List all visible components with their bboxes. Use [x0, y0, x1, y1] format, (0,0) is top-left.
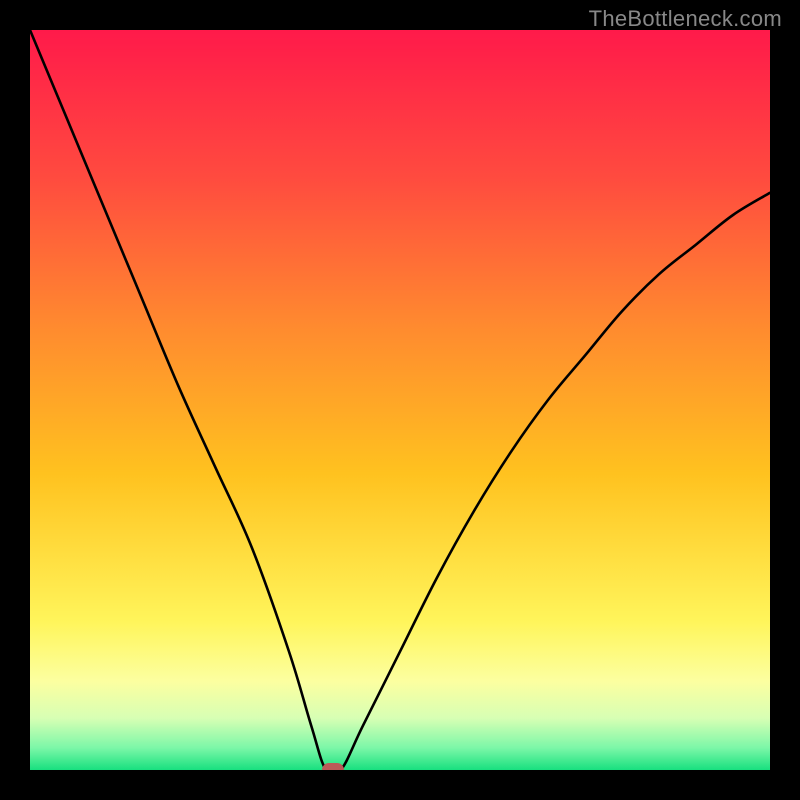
- plot-area: [30, 30, 770, 770]
- watermark-text: TheBottleneck.com: [589, 6, 782, 32]
- optimal-marker: [322, 763, 344, 770]
- curve-layer: [30, 30, 770, 770]
- bottleneck-curve: [30, 30, 770, 770]
- chart-frame: TheBottleneck.com: [0, 0, 800, 800]
